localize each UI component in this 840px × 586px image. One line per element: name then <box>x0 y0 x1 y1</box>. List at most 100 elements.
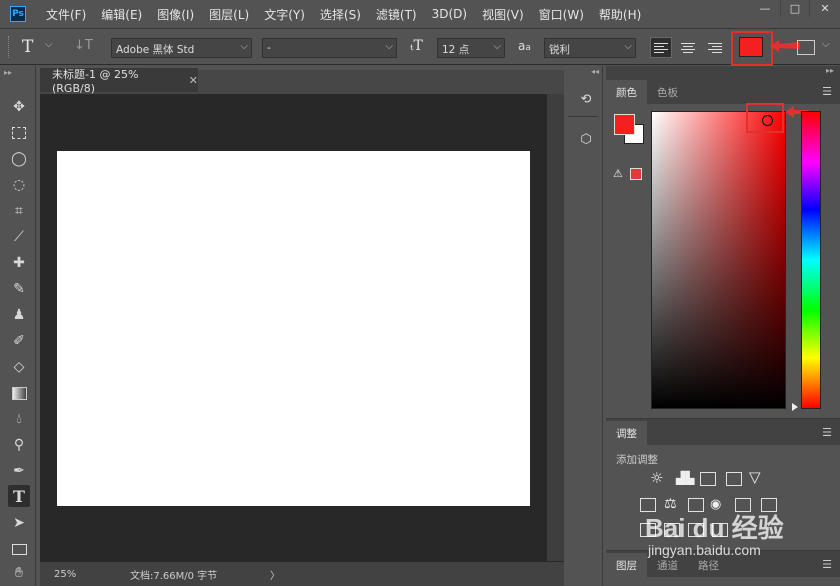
chevron-down-icon[interactable]: ⌵ <box>822 39 830 50</box>
tab-layers[interactable]: 图层 <box>606 553 647 577</box>
menu-type[interactable]: 文字(Y) <box>264 6 305 23</box>
annotation-arrow-icon <box>770 40 800 52</box>
align-center-button[interactable] <box>677 37 699 58</box>
vertical-scrollbar[interactable] <box>547 94 564 561</box>
healing-brush-tool-icon[interactable]: ✚ <box>8 252 30 274</box>
clone-stamp-tool-icon[interactable]: ♟ <box>8 304 30 326</box>
chevron-down-icon: ⌵ <box>385 41 393 52</box>
collapse-arrows-icon[interactable]: ◂◂ <box>591 67 599 76</box>
align-right-button[interactable] <box>703 37 725 58</box>
menu-3d[interactable]: 3D(D) <box>432 7 467 21</box>
font-family-select[interactable]: Adobe 黑体 Std ⌵ <box>111 38 252 58</box>
type-tool-preset-icon[interactable]: T <box>22 37 33 57</box>
menu-select[interactable]: 选择(S) <box>320 6 361 23</box>
hue-slider[interactable] <box>801 111 821 409</box>
3d-panel-icon[interactable]: ⬡ <box>575 128 597 150</box>
tools-panel: ▸▸ <box>0 66 36 586</box>
chevron-down-icon: ⌵ <box>240 41 248 52</box>
type-tool-icon[interactable]: T <box>8 485 30 507</box>
watermark-url: jingyan.baidu.com <box>648 542 761 558</box>
text-orientation-icon[interactable]: ↓T <box>74 38 93 53</box>
gradient-tool-icon[interactable] <box>8 382 30 404</box>
menu-window[interactable]: 窗口(W) <box>539 6 584 23</box>
tab-adjustments[interactable]: 调整 <box>606 421 647 445</box>
font-style-value: - <box>267 42 271 54</box>
warp-text-icon[interactable] <box>797 40 815 55</box>
menu-edit[interactable]: 编辑(E) <box>101 6 142 23</box>
highlight-box-swatch <box>731 31 773 66</box>
window-controls: — □ ✕ <box>750 0 840 17</box>
chevron-down-icon: ⌵ <box>624 41 632 52</box>
panel-menu-icon[interactable]: ☰ <box>822 426 832 439</box>
close-button[interactable]: ✕ <box>810 0 840 17</box>
dodge-tool-icon[interactable]: ⚲ <box>8 434 30 456</box>
document-canvas[interactable] <box>57 151 530 506</box>
history-panel-icon[interactable]: ⟲ <box>575 88 597 110</box>
menu-view[interactable]: 视图(V) <box>482 6 524 23</box>
antialias-icon: aa <box>518 39 531 53</box>
eyedropper-tool-icon[interactable]: ⟋ <box>8 226 30 248</box>
tab-color[interactable]: 颜色 <box>606 80 647 104</box>
document-tab[interactable]: 未标题-1 @ 25%(RGB/8) ✕ <box>40 67 198 95</box>
status-menu-arrow-icon[interactable]: 〉 <box>270 567 280 582</box>
minimize-button[interactable]: — <box>750 0 780 17</box>
crop-tool-icon[interactable]: ⌗ <box>8 200 30 222</box>
menu-file[interactable]: 文件(F) <box>46 6 86 23</box>
color-picker-field[interactable] <box>651 111 786 409</box>
photoshop-logo-icon: Ps <box>10 6 26 22</box>
chevron-down-icon: ⌵ <box>493 41 501 52</box>
adjustments-panel-tabs: 调整 ☰ <box>606 419 840 445</box>
font-size-value: 12 点 <box>442 44 470 56</box>
blur-tool-icon[interactable]: 💧︎ <box>8 408 30 430</box>
dock-divider <box>568 116 598 117</box>
curves-icon[interactable] <box>700 472 716 486</box>
gamut-color-swatch[interactable] <box>630 168 642 180</box>
panel-menu-icon[interactable]: ☰ <box>822 558 832 571</box>
quick-select-tool-icon[interactable]: ◌ <box>8 174 30 196</box>
zoom-value[interactable]: 25% <box>54 569 114 580</box>
highlight-box-picker <box>746 103 784 133</box>
marquee-tool-icon[interactable] <box>8 122 30 144</box>
brightness-contrast-icon[interactable]: ☼ <box>650 469 663 487</box>
rectangle-tool-icon[interactable] <box>8 538 30 560</box>
collapse-arrows-icon[interactable]: ▸▸ <box>826 66 834 75</box>
menu-image[interactable]: 图像(I) <box>157 6 194 23</box>
gradient-map-icon[interactable]: ▽ <box>749 468 761 486</box>
align-left-button[interactable] <box>650 37 672 58</box>
document-tab-title: 未标题-1 @ 25%(RGB/8) <box>52 67 139 95</box>
hand-tool-icon[interactable]: ✋︎ <box>8 562 30 584</box>
exposure-icon[interactable] <box>726 472 742 486</box>
chevron-down-icon[interactable]: ⌵ <box>45 39 53 50</box>
add-adjustment-label: 添加调整 <box>616 454 658 466</box>
history-brush-tool-icon[interactable]: ✐ <box>8 330 30 352</box>
panel-menu-icon[interactable]: ☰ <box>822 85 832 98</box>
antialias-value: 锐利 <box>549 44 570 56</box>
font-size-icon: ₜT <box>410 38 423 54</box>
path-selection-tool-icon[interactable]: ➤ <box>8 512 30 534</box>
watermark-logo: Bai du 经验 <box>645 513 784 543</box>
close-tab-icon[interactable]: ✕ <box>189 74 198 87</box>
menu-filter[interactable]: 滤镜(T) <box>376 6 417 23</box>
maximize-button[interactable]: □ <box>780 0 810 17</box>
move-tool-icon[interactable]: ✥ <box>8 96 30 118</box>
menu-help[interactable]: 帮助(H) <box>599 6 641 23</box>
levels-icon[interactable]: ▟▙ <box>676 471 694 485</box>
status-bar: 25% 文档:7.66M/0 字节 〉 <box>40 562 564 586</box>
collapse-arrows-icon[interactable]: ▸▸ <box>4 68 12 77</box>
font-size-select[interactable]: 12 点 ⌵ <box>437 38 505 58</box>
gamut-warning-icon: ⚠ <box>613 167 623 180</box>
panel-column-header: ▸▸ <box>606 66 840 78</box>
lasso-tool-icon[interactable]: ◯ <box>8 148 30 170</box>
menu-bar: Ps 文件(F) 编辑(E) 图像(I) 图层(L) 文字(Y) 选择(S) 滤… <box>0 0 840 29</box>
menu-layer[interactable]: 图层(L) <box>209 6 249 23</box>
pen-tool-icon[interactable]: ✒ <box>8 460 30 482</box>
antialias-select[interactable]: 锐利 ⌵ <box>544 38 636 58</box>
tab-swatches[interactable]: 色板 <box>647 80 688 104</box>
font-style-select[interactable]: - ⌵ <box>262 38 397 58</box>
font-family-value: Adobe 黑体 Std <box>116 44 195 56</box>
eraser-tool-icon[interactable]: ◇ <box>8 356 30 378</box>
brush-tool-icon[interactable]: ✎ <box>8 278 30 300</box>
foreground-color-swatch[interactable] <box>614 114 635 135</box>
hue-slider-handle-icon[interactable] <box>792 403 798 411</box>
options-grip <box>8 36 15 58</box>
